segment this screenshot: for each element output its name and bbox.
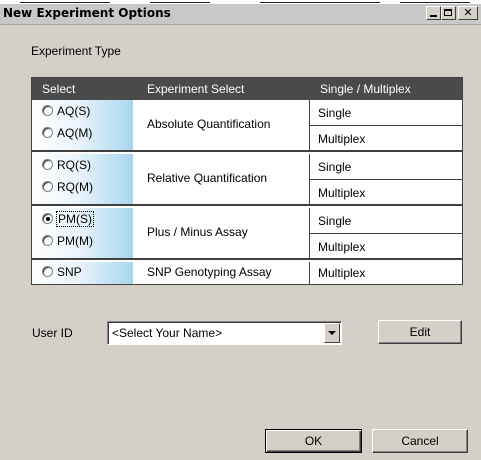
mode-multiplex: Multiplex	[318, 240, 366, 254]
radio-label: RQ(S)	[57, 158, 91, 172]
header-select: Select	[42, 82, 76, 96]
radio-circle	[42, 266, 53, 277]
radio-label: PM(M)	[57, 234, 93, 248]
maximize-button[interactable]	[441, 6, 456, 20]
experiment-name: Plus / Minus Assay	[147, 225, 248, 239]
user-name-select[interactable]: <Select Your Name>	[107, 321, 342, 345]
header-experiment-select: Experiment Select	[147, 82, 245, 96]
radio-label: AQ(S)	[57, 104, 91, 118]
experiment-row-plus-minus-assay: PM(S) PM(M) Plus / Minus Assay Single Mu…	[32, 208, 462, 260]
mode-multiplex: Multiplex	[318, 186, 366, 200]
experiment-type-label: Experiment Type	[31, 44, 121, 58]
radio-label: PM(S)	[56, 211, 94, 227]
radio-label: SNP	[57, 265, 82, 279]
experiment-type-table: Select Experiment Select Single / Multip…	[31, 77, 463, 285]
close-button[interactable]: ✕	[458, 6, 478, 20]
experiment-row-absolute-quantification: AQ(S) AQ(M) Absolute Quantification Sing…	[32, 100, 462, 152]
dropdown-arrow-icon[interactable]	[324, 323, 340, 343]
radio-label: AQ(M)	[57, 126, 93, 140]
mode-single: Single	[318, 106, 352, 120]
title-bar: New Experiment Options ✕	[0, 4, 481, 25]
radio-circle	[42, 159, 53, 170]
header-single-multiplex: Single / Multiplex	[320, 82, 411, 96]
radio-circle	[42, 105, 53, 116]
new-experiment-options-dialog: New Experiment Options ✕ Experiment Type…	[0, 4, 481, 460]
radio-circle	[42, 235, 53, 246]
window-title: New Experiment Options	[3, 6, 171, 20]
experiment-row-relative-quantification: RQ(S) RQ(M) Relative Quantification Sing…	[32, 154, 462, 206]
mode-single: Single	[318, 214, 352, 228]
user-id-label: User ID	[32, 326, 73, 340]
radio-circle	[42, 127, 53, 138]
radio-circle	[42, 181, 53, 192]
ok-button[interactable]: OK	[265, 429, 362, 453]
table-header: Select Experiment Select Single / Multip…	[32, 78, 462, 100]
cancel-button[interactable]: Cancel	[372, 429, 468, 453]
radio-label: RQ(M)	[57, 180, 93, 194]
mode-single: Single	[318, 160, 352, 174]
minimize-button[interactable]	[426, 6, 441, 20]
mode-multiplex: Multiplex	[318, 266, 366, 280]
user-name-select-value: <Select Your Name>	[112, 326, 223, 340]
experiment-name: Absolute Quantification	[147, 117, 271, 131]
edit-button[interactable]: Edit	[378, 320, 462, 344]
experiment-name: SNP Genotyping Assay	[147, 265, 272, 279]
experiment-row-snp-genotyping: SNP SNP Genotyping Assay Multiplex	[32, 262, 462, 284]
experiment-name: Relative Quantification	[147, 171, 268, 185]
radio-circle-selected	[42, 213, 53, 224]
mode-multiplex: Multiplex	[318, 132, 366, 146]
